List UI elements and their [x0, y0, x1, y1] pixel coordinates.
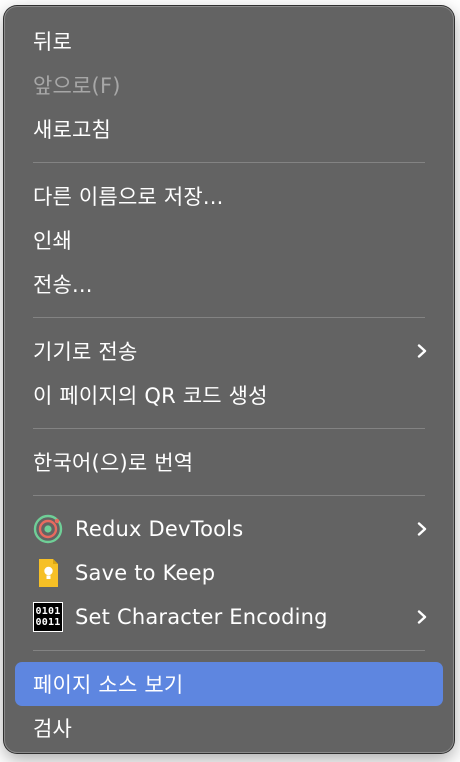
menu-item-label: 한국어(으)로 번역 — [33, 451, 194, 475]
chevron-right-icon — [417, 610, 427, 624]
menu-item-label: Save to Keep — [75, 561, 216, 585]
chevron-right-icon — [417, 344, 427, 358]
menu-item-inspect[interactable]: 검사 — [15, 706, 443, 750]
encoding-icon-line: 0101 — [35, 606, 61, 617]
menu-item-label: 기기로 전송 — [33, 340, 138, 364]
menu-item-reload[interactable]: 새로고침 — [15, 107, 443, 151]
menu-item-label: Set Character Encoding — [75, 605, 328, 629]
menu-item-print[interactable]: 인쇄 — [15, 218, 443, 262]
menu-separator — [33, 317, 425, 318]
menu-item-translate[interactable]: 한국어(으)로 번역 — [15, 440, 443, 484]
menu-item-redux-devtools[interactable]: Redux DevTools — [15, 507, 443, 551]
menu-item-label: 다른 이름으로 저장... — [33, 185, 224, 209]
menu-item-set-character-encoding[interactable]: 0101 0011 Set Character Encoding — [15, 595, 443, 639]
menu-item-send-to-devices[interactable]: 기기로 전송 — [15, 329, 443, 373]
menu-item-save-as[interactable]: 다른 이름으로 저장... — [15, 174, 443, 218]
menu-separator — [33, 650, 425, 651]
context-menu: 뒤로 앞으로(F) 새로고침 다른 이름으로 저장... 인쇄 전송... 기기… — [4, 6, 454, 753]
menu-item-label: 인쇄 — [33, 229, 73, 253]
menu-item-label: 새로고침 — [33, 118, 112, 142]
menu-separator — [33, 495, 425, 496]
encoding-icon-line: 0011 — [35, 617, 61, 628]
chevron-right-icon — [417, 522, 427, 536]
menu-item-label: 전송... — [33, 273, 93, 297]
redux-devtools-icon — [33, 514, 63, 544]
menu-item-label: 검사 — [33, 717, 73, 741]
menu-item-label: 이 페이지의 QR 코드 생성 — [33, 384, 268, 408]
menu-item-label: Redux DevTools — [75, 517, 244, 541]
menu-item-label: 페이지 소스 보기 — [33, 673, 184, 697]
character-encoding-icon: 0101 0011 — [33, 602, 63, 632]
menu-item-view-page-source[interactable]: 페이지 소스 보기 — [15, 662, 443, 706]
menu-item-save-to-keep[interactable]: Save to Keep — [15, 551, 443, 595]
menu-item-label: 앞으로(F) — [33, 74, 121, 98]
menu-item-back[interactable]: 뒤로 — [15, 19, 443, 63]
menu-item-create-qr-code[interactable]: 이 페이지의 QR 코드 생성 — [15, 373, 443, 417]
menu-item-label: 뒤로 — [33, 30, 73, 54]
menu-item-cast[interactable]: 전송... — [15, 262, 443, 306]
menu-separator — [33, 162, 425, 163]
menu-item-forward: 앞으로(F) — [15, 63, 443, 107]
keep-icon — [33, 558, 63, 588]
menu-separator — [33, 428, 425, 429]
